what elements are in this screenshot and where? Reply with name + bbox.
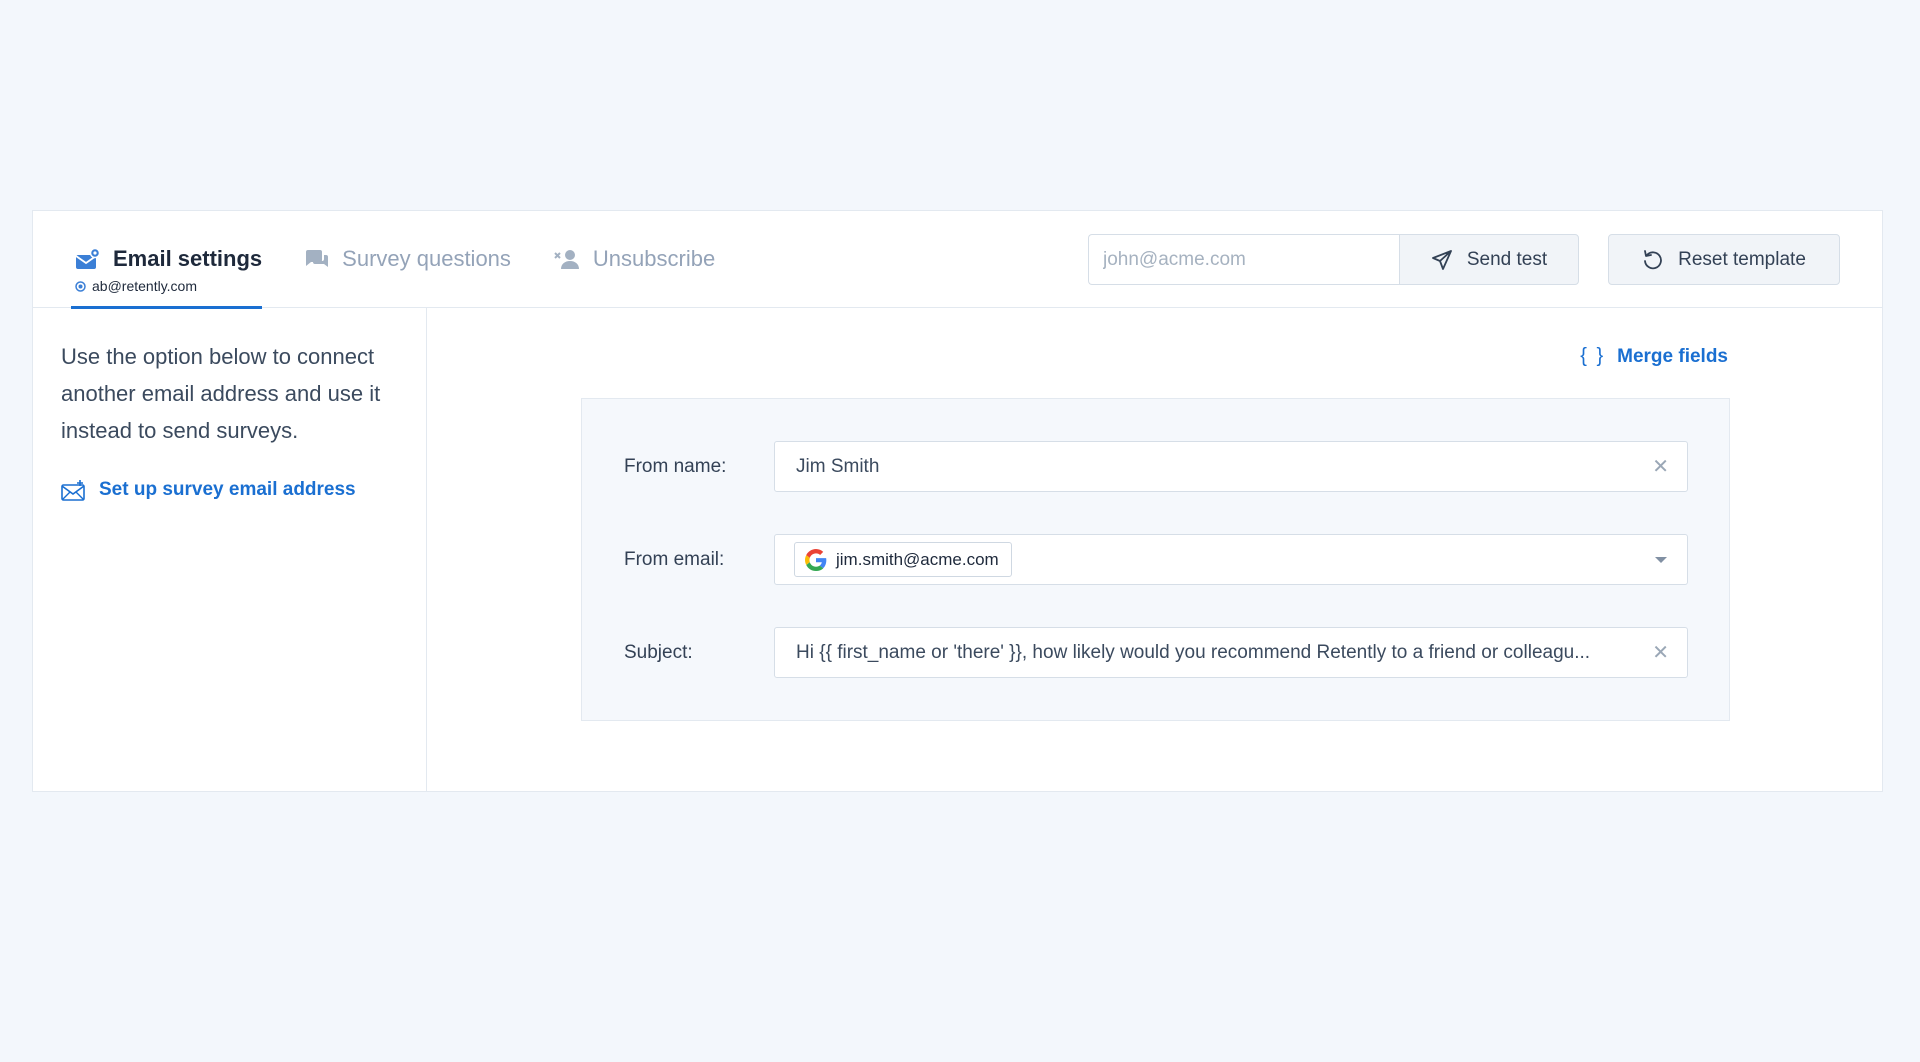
reset-template-label: Reset template [1678,248,1806,270]
envelope-plus-icon [61,480,85,501]
from-email-value: jim.smith@acme.com [836,549,999,569]
subject-value: Hi {{ first_name or 'there' }}, how like… [796,641,1591,663]
tab-label: Unsubscribe [592,246,716,271]
merge-fields-label: Merge fields [1617,345,1728,367]
from-email-select[interactable]: jim.smith@acme.com [774,534,1688,585]
from-name-label: From name: [624,455,727,477]
subject-row: Subject: Hi {{ first_name or 'there' }},… [624,627,1688,678]
envelope-gear-icon [75,247,101,269]
user-remove-icon [554,250,579,269]
merge-fields-link[interactable]: { } Merge fields [1580,345,1728,368]
google-logo-icon [805,548,827,571]
send-test-group: Send test [1088,234,1579,285]
header-actions: Send test Reset template [1088,234,1840,285]
close-icon[interactable]: ✕ [1652,643,1669,663]
caret-down-icon[interactable] [1655,557,1667,563]
tab-label: Email settings [113,246,263,271]
from-email-label: From email: [624,548,725,570]
status-dot-icon [75,280,86,292]
from-name-value: Jim Smith [796,455,880,477]
send-test-button[interactable]: Send test [1399,234,1579,285]
rotate-left-icon [1644,249,1662,269]
tab-survey-questions[interactable]: Survey questions [304,211,511,308]
tab-bar: Email settings ab@retently.com Survey qu… [70,211,757,309]
test-email-input[interactable] [1088,234,1399,285]
subject-label: Subject: [624,641,693,663]
sidebar: Use the option below to connect another … [33,308,427,792]
braces-icon: { } [1580,345,1606,367]
tab-sub-email: ab@retently.com [92,278,197,294]
sidebar-description: Use the option below to connect another … [61,344,381,443]
card-header: Email settings ab@retently.com Survey qu… [33,211,1882,309]
chat-bubbles-icon [306,250,329,267]
from-name-row: From name: Jim Smith ✕ [624,441,1688,492]
from-name-field[interactable]: Jim Smith ✕ [774,441,1688,492]
email-chip: jim.smith@acme.com [794,542,1012,577]
tab-email-settings[interactable]: Email settings ab@retently.com [70,211,263,309]
close-icon[interactable]: ✕ [1652,457,1669,477]
setup-survey-email-link[interactable]: Set up survey email address [61,479,356,501]
reset-template-button[interactable]: Reset template [1608,234,1840,285]
send-test-label: Send test [1466,248,1548,270]
from-email-row: From email: jim.smith@acme.com [624,534,1688,585]
tab-label: Survey questions [342,246,511,271]
email-form-panel: From name: Jim Smith ✕ From email: jim.s… [581,398,1730,721]
subject-field[interactable]: Hi {{ first_name or 'there' }}, how like… [774,627,1688,678]
tab-unsubscribe[interactable]: Unsubscribe [553,211,715,308]
setup-link-label: Set up survey email address [99,479,356,500]
email-template-card: Email settings ab@retently.com Survey qu… [32,210,1883,792]
paper-plane-icon [1431,249,1452,270]
